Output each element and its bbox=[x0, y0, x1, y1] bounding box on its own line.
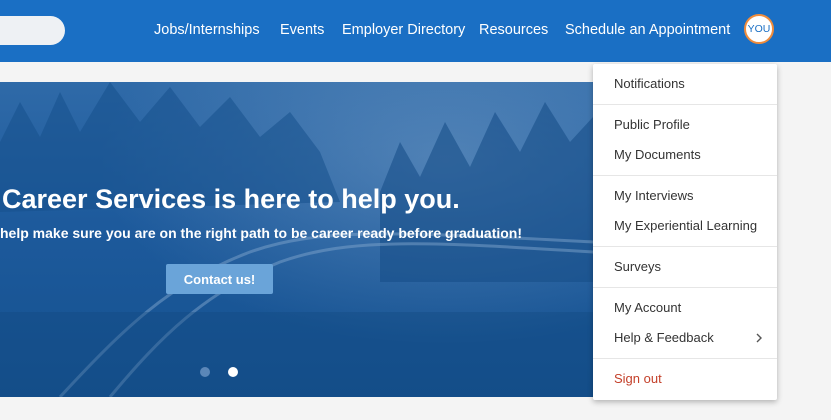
menu-item-surveys[interactable]: Surveys bbox=[614, 259, 661, 275]
menu-item-sign-out[interactable]: Sign out bbox=[614, 371, 662, 387]
menu-divider bbox=[593, 358, 777, 359]
menu-item-my-experiential-learning[interactable]: My Experiential Learning bbox=[614, 218, 757, 234]
contact-us-button[interactable]: Contact us! bbox=[166, 264, 273, 294]
carousel-dot-2[interactable] bbox=[228, 367, 238, 377]
menu-item-my-interviews[interactable]: My Interviews bbox=[614, 188, 693, 204]
nav-item-events[interactable]: Events bbox=[280, 21, 324, 39]
menu-item-public-profile[interactable]: Public Profile bbox=[614, 117, 690, 133]
hero-title: Career Services is here to help you. bbox=[2, 184, 460, 214]
menu-divider bbox=[593, 246, 777, 247]
nav-item-resources[interactable]: Resources bbox=[479, 21, 548, 39]
nav-item-schedule-appointment[interactable]: Schedule an Appointment bbox=[565, 21, 730, 39]
avatar[interactable]: YOU bbox=[744, 14, 774, 44]
menu-item-notifications[interactable]: Notifications bbox=[614, 76, 685, 92]
account-dropdown-menu: Notifications Public Profile My Document… bbox=[593, 64, 777, 400]
main-nav: Jobs/Internships Events Employer Directo… bbox=[0, 0, 831, 62]
menu-divider bbox=[593, 104, 777, 105]
menu-item-my-account[interactable]: My Account bbox=[614, 300, 681, 316]
menu-item-help-feedback[interactable]: Help & Feedback bbox=[614, 330, 714, 346]
nav-item-jobs-internships[interactable]: Jobs/Internships bbox=[154, 21, 260, 39]
hero-subtitle: help make sure you are on the right path… bbox=[0, 225, 523, 241]
hero-carousel: Career Services is here to help you. hel… bbox=[0, 82, 593, 397]
nav-item-employer-directory[interactable]: Employer Directory bbox=[342, 21, 465, 39]
top-navigation-bar: Jobs/Internships Events Employer Directo… bbox=[0, 0, 831, 62]
menu-divider bbox=[593, 175, 777, 176]
menu-item-my-documents[interactable]: My Documents bbox=[614, 147, 701, 163]
chevron-right-icon bbox=[756, 333, 762, 343]
menu-divider bbox=[593, 287, 777, 288]
carousel-dot-1[interactable] bbox=[200, 367, 210, 377]
